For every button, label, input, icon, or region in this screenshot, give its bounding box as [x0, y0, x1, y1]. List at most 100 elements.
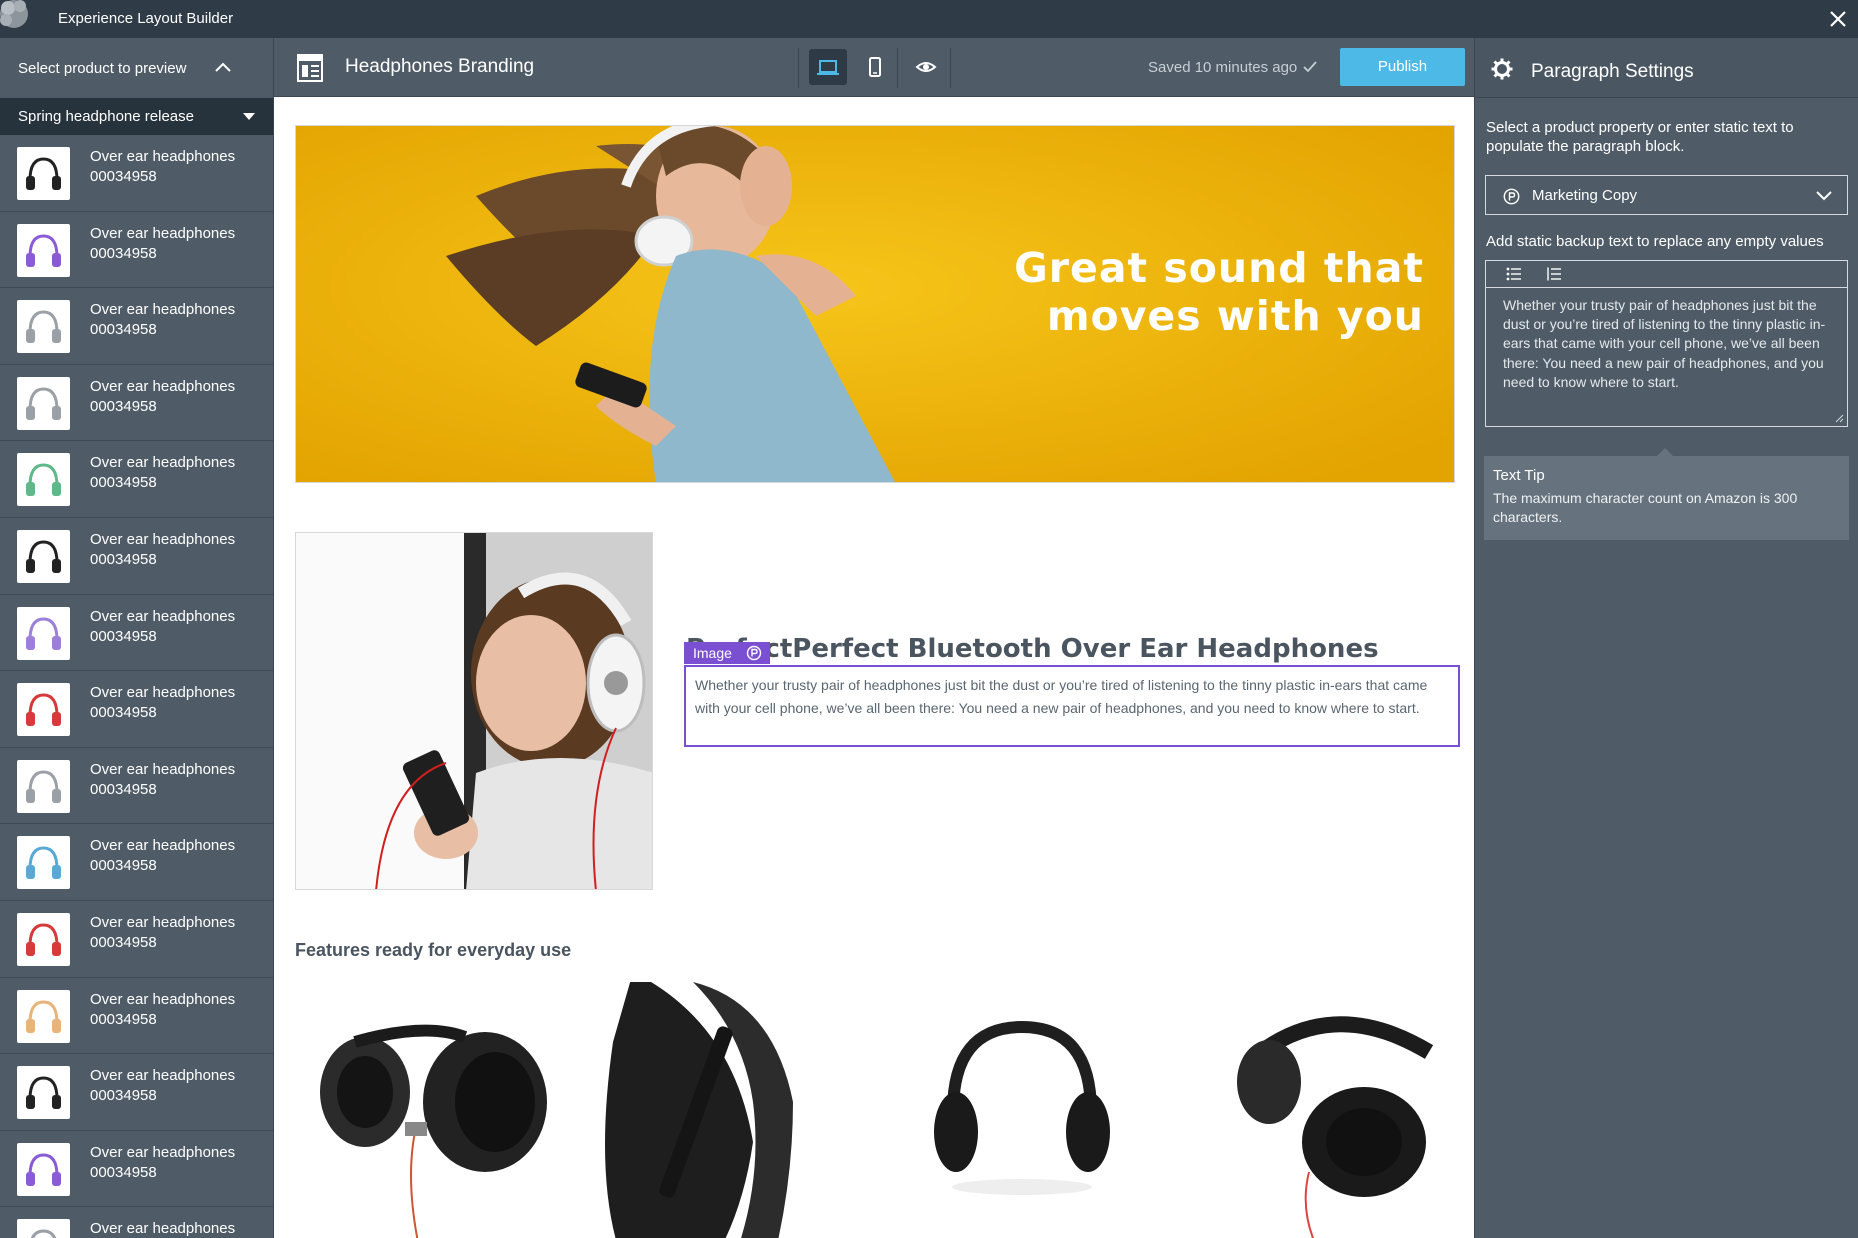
- product-name: Over ear headphones: [90, 301, 236, 319]
- preview-button[interactable]: [907, 49, 945, 85]
- product-thumbnail: [17, 683, 70, 737]
- product-id: 00034958: [90, 857, 157, 875]
- product-thumbnail: [17, 223, 70, 277]
- headphones-icon: [30, 1229, 57, 1238]
- product-name: Over ear headphones: [90, 684, 236, 702]
- feature-image-3[interactable]: [891, 982, 1154, 1238]
- backup-text-content[interactable]: Whether your trusty pair of headphones j…: [1503, 296, 1837, 392]
- image-tag-label: Image: [693, 645, 732, 661]
- product-list-item[interactable]: Over ear headphones 00034958: [0, 441, 273, 518]
- headphones-icon: [26, 387, 61, 420]
- headphones-icon: [26, 693, 61, 727]
- headphones-icon: [26, 463, 61, 497]
- product-thumbnail: [17, 1066, 70, 1120]
- resize-handle-icon[interactable]: [1835, 414, 1844, 423]
- product-name: Over ear headphones: [90, 454, 236, 472]
- headphones-icon: [26, 540, 61, 573]
- product-id: 00034958: [90, 321, 157, 339]
- product-name: Over ear headphones: [90, 1143, 236, 1161]
- product-list-item[interactable]: Over ear headphones 00034958: [0, 1131, 273, 1208]
- product-id: 00034958: [90, 474, 157, 492]
- backup-text-editor[interactable]: Whether your trusty pair of headphones j…: [1485, 260, 1848, 427]
- chevron-down-icon[interactable]: [1815, 189, 1833, 203]
- tip-title: Text Tip: [1493, 467, 1545, 484]
- toolbar-divider: [798, 48, 799, 88]
- headphones-icon: [26, 923, 61, 956]
- product-id: 00034958: [90, 704, 157, 722]
- headphones-icon: [26, 770, 61, 803]
- numbered-list-icon[interactable]: [1546, 267, 1562, 281]
- layout-document-icon: [297, 54, 323, 82]
- product-list-item[interactable]: Over ear headphones 00034958: [0, 1054, 273, 1131]
- product-id: 00034958: [90, 780, 157, 798]
- product-name: Over ear headphones: [90, 990, 236, 1008]
- product-name: Over ear headphones: [90, 377, 236, 395]
- feature-image-2[interactable]: [593, 982, 856, 1238]
- product-list-item[interactable]: Over ear headphones 00034958: [0, 671, 273, 748]
- close-icon[interactable]: [1824, 5, 1852, 33]
- product-list-item[interactable]: Over ear headphones 00034958: [0, 288, 273, 365]
- hero-headline-line-1: Great sound that: [1014, 244, 1424, 292]
- desktop-view-button[interactable]: [809, 49, 847, 85]
- lifestyle-image-block[interactable]: [295, 532, 653, 890]
- product-property-select[interactable]: Marketing Copy: [1485, 175, 1848, 215]
- product-list-item[interactable]: Over ear headphones 00034958: [0, 212, 273, 289]
- product-property-icon: [1503, 188, 1520, 205]
- mobile-view-button[interactable]: [856, 49, 894, 85]
- hero-headline-line-2: moves with you: [1046, 292, 1424, 340]
- chevron-up-icon[interactable]: [214, 60, 232, 74]
- product-list-item[interactable]: Over ear headphones 00034958: [0, 824, 273, 901]
- caret-down-icon[interactable]: [243, 113, 255, 120]
- features-heading: Features ready for everyday use: [295, 940, 572, 960]
- product-list-item[interactable]: Over ear headphones 00034958: [0, 978, 273, 1055]
- product-thumbnail: [17, 912, 70, 966]
- app-title: Experience Layout Builder: [58, 10, 234, 27]
- bulleted-list-icon[interactable]: [1506, 267, 1522, 281]
- feature-image-1[interactable]: [295, 982, 558, 1238]
- product-list-item[interactable]: Over ear headphones 00034958: [0, 518, 273, 595]
- lifestyle-image: [296, 533, 652, 889]
- campaign-select[interactable]: Spring headphone release: [0, 98, 273, 135]
- product-list: Over ear headphones 00034958 Over ear head…: [0, 135, 273, 1238]
- desktop-icon: [817, 60, 839, 75]
- product-list-item[interactable]: Over ear headphones 00034958: [0, 135, 273, 212]
- product-preview-header-label: Select product to preview: [18, 60, 187, 77]
- product-thumbnail: [17, 759, 70, 813]
- product-title[interactable]: PerfectPerfect Bluetooth Over Ear Headph…: [686, 634, 1379, 664]
- product-id: 00034958: [90, 1010, 157, 1028]
- tip-text: The maximum character count on Amazon is…: [1493, 490, 1798, 525]
- product-list-item[interactable]: Over ear headphones: [0, 1207, 273, 1238]
- product-name: Over ear headphones: [90, 224, 236, 242]
- hero-banner[interactable]: Great sound that moves with you: [295, 125, 1455, 483]
- toolbar-divider: [950, 48, 951, 88]
- paragraph-block[interactable]: Whether your trusty pair of headphones j…: [684, 665, 1460, 747]
- product-id: 00034958: [90, 397, 157, 415]
- product-thumbnail: [17, 606, 70, 660]
- headphones-front-image: [891, 982, 1154, 1238]
- editor-toolbar: Headphones Branding Saved 10 minutes ago…: [274, 38, 1474, 97]
- product-name: Over ear headphones: [90, 913, 236, 931]
- backup-text-label: Add static backup text to replace any em…: [1486, 233, 1824, 250]
- product-thumbnail: [17, 1219, 70, 1238]
- hero-headline: Great sound that moves with you: [1014, 244, 1424, 340]
- product-list-item[interactable]: Over ear headphones 00034958: [0, 748, 273, 825]
- headphones-icon: [26, 310, 61, 344]
- headphones-icon: [26, 1153, 61, 1186]
- product-name: Over ear headphones: [90, 530, 236, 548]
- product-thumbnail: [17, 989, 70, 1043]
- image-block-tag[interactable]: Image: [684, 642, 770, 664]
- product-id: 00034958: [90, 168, 157, 185]
- product-preview-header[interactable]: Select product to preview: [0, 38, 273, 98]
- product-preview-sidebar: Select product to preview Spring headpho…: [0, 38, 274, 1238]
- product-id: 00034958: [90, 933, 157, 951]
- headphones-angle-image: [1189, 982, 1452, 1238]
- feature-image-4[interactable]: [1189, 982, 1452, 1238]
- headphones-icon: [26, 234, 61, 267]
- gear-icon: [1491, 58, 1513, 80]
- product-list-item[interactable]: Over ear headphones 00034958: [0, 595, 273, 672]
- product-list-item[interactable]: Over ear headphones 00034958: [0, 365, 273, 442]
- paragraph-settings-panel: Paragraph Settings Select a product prop…: [1474, 38, 1858, 1238]
- product-list-item[interactable]: Over ear headphones 00034958: [0, 901, 273, 978]
- publish-button[interactable]: Publish: [1340, 48, 1465, 86]
- headphones-icon: [26, 1076, 61, 1110]
